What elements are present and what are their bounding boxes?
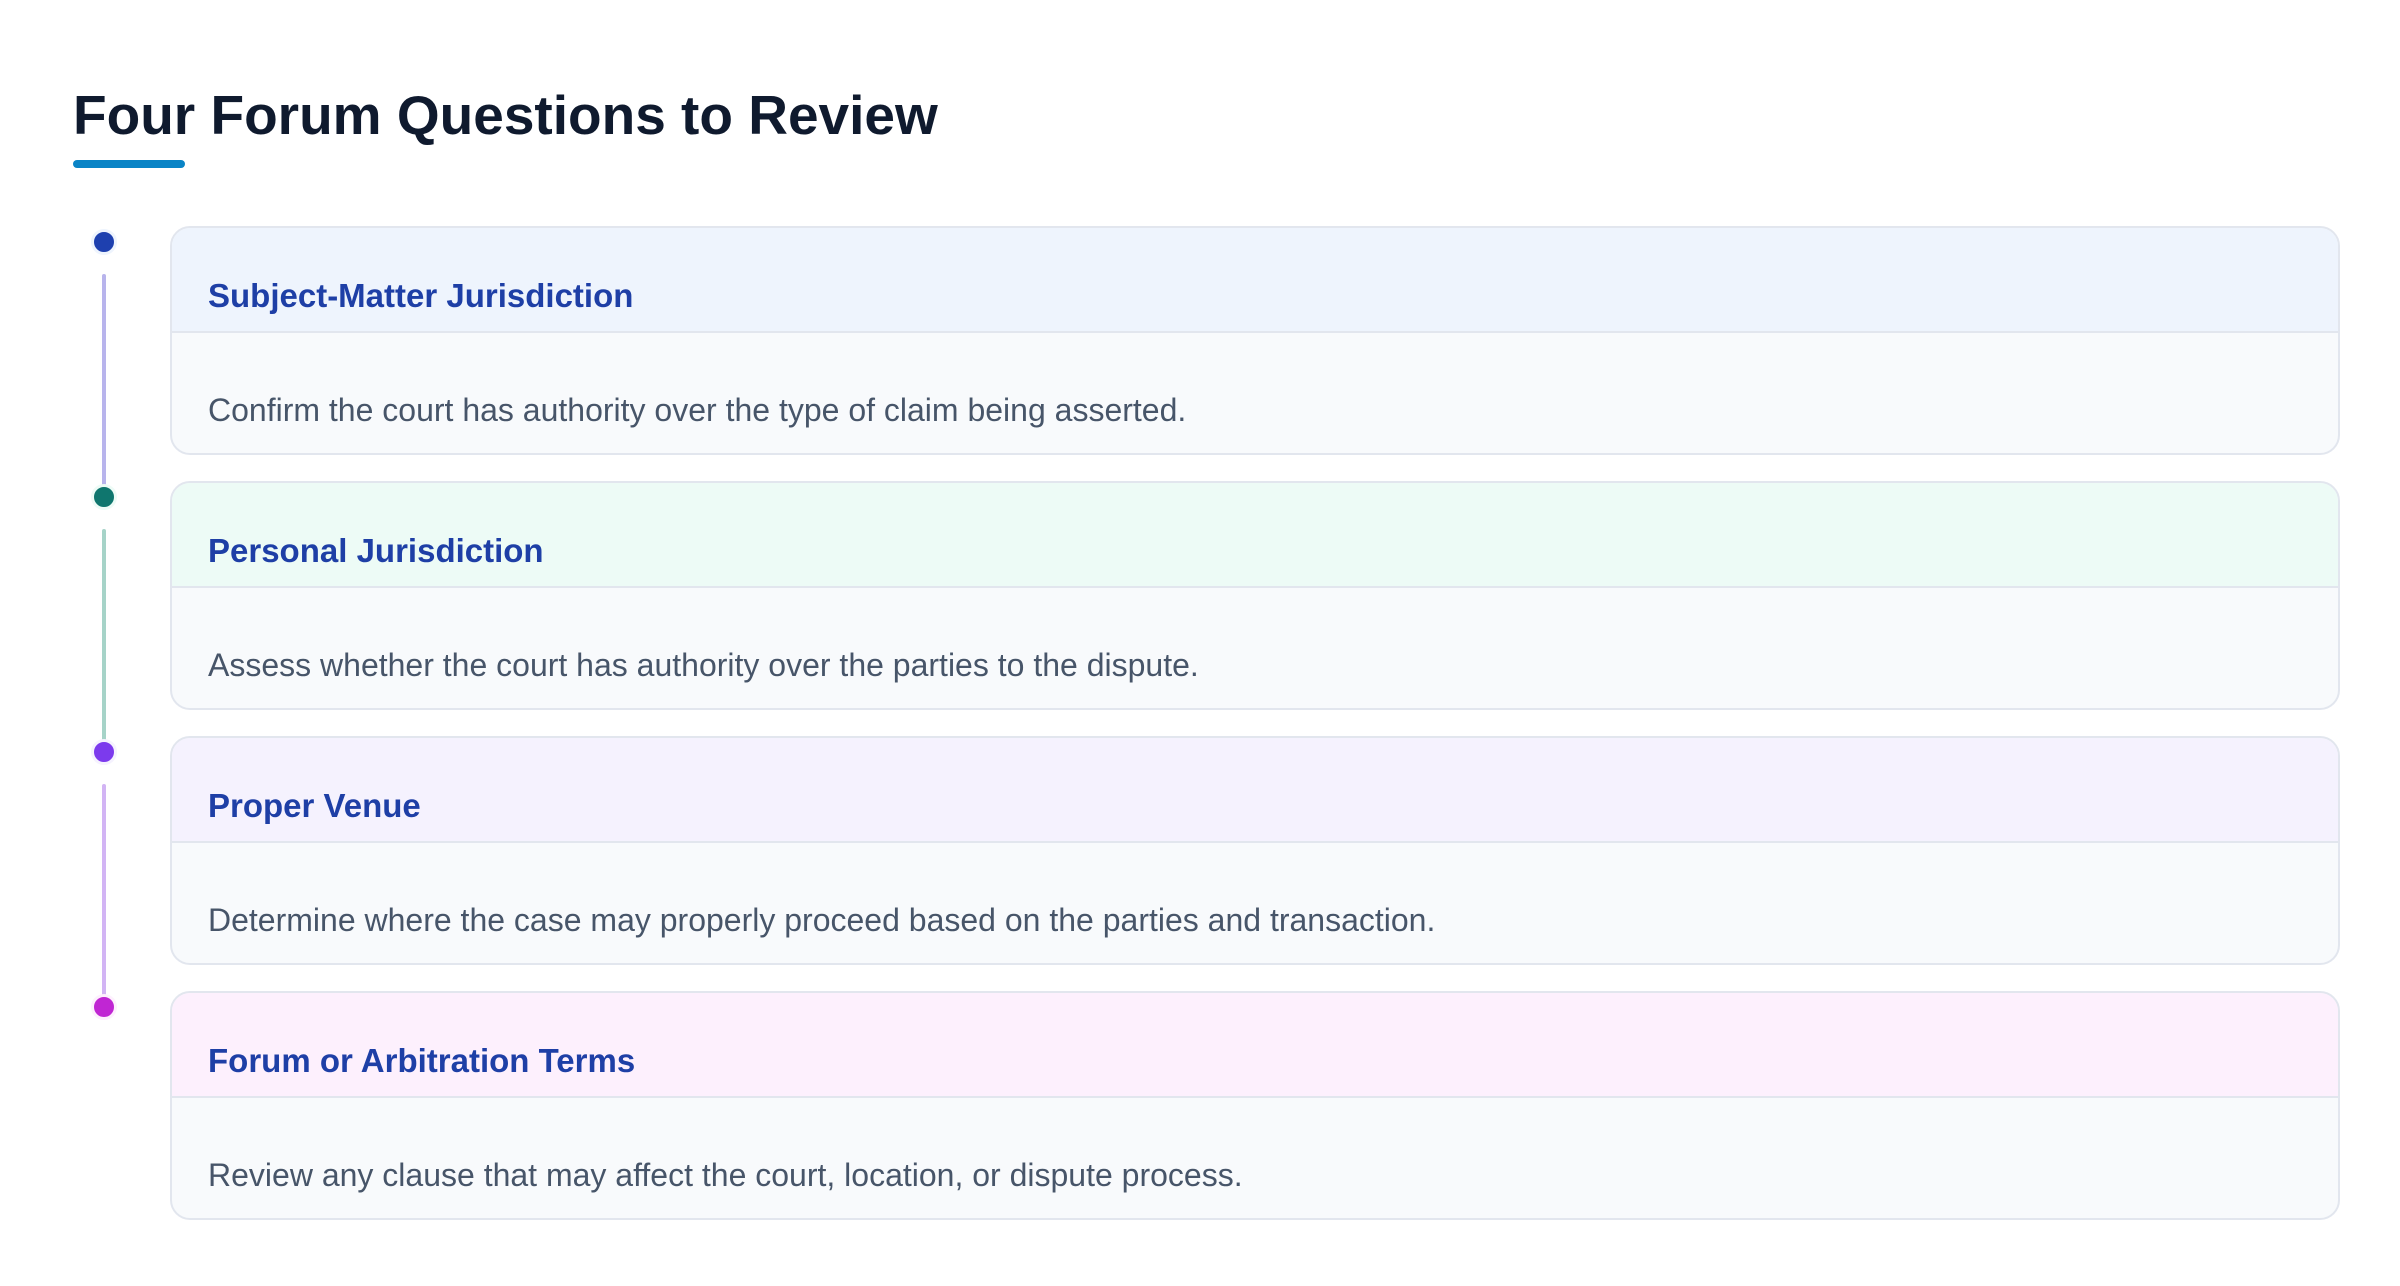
- step-card-forum-or-arbitration-terms: Forum or Arbitration Terms Review any cl…: [170, 991, 2340, 1220]
- step-card-proper-venue: Proper Venue Determine where the case ma…: [170, 736, 2340, 965]
- step-card-header: Personal Jurisdiction: [172, 483, 2338, 588]
- timeline-dot-3: [91, 739, 117, 765]
- title-underline: [73, 160, 185, 168]
- step-title: Personal Jurisdiction: [208, 532, 544, 569]
- timeline-dot-2: [91, 484, 117, 510]
- timeline-dot-4: [91, 994, 117, 1020]
- step-title: Subject-Matter Jurisdiction: [208, 277, 634, 314]
- step-card-subject-matter-jurisdiction: Subject-Matter Jurisdiction Confirm the …: [170, 226, 2340, 455]
- timeline-connector-3: [102, 784, 106, 996]
- forum-questions-diagram: Four Forum Questions to Review Subject-M…: [0, 0, 2400, 1286]
- step-title: Forum or Arbitration Terms: [208, 1042, 636, 1079]
- step-description: Assess whether the court has authority o…: [208, 647, 1199, 683]
- timeline-connector-1: [102, 274, 106, 486]
- timeline-connector-2: [102, 529, 106, 741]
- step-card-header: Forum or Arbitration Terms: [172, 993, 2338, 1098]
- step-description: Determine where the case may properly pr…: [208, 902, 1436, 938]
- step-description: Review any clause that may affect the co…: [208, 1157, 1243, 1193]
- step-title: Proper Venue: [208, 787, 421, 824]
- timeline-dot-1: [91, 229, 117, 255]
- step-card-personal-jurisdiction: Personal Jurisdiction Assess whether the…: [170, 481, 2340, 710]
- step-card-header: Subject-Matter Jurisdiction: [172, 228, 2338, 333]
- page-title: Four Forum Questions to Review: [73, 84, 938, 146]
- step-description: Confirm the court has authority over the…: [208, 392, 1187, 428]
- step-card-header: Proper Venue: [172, 738, 2338, 843]
